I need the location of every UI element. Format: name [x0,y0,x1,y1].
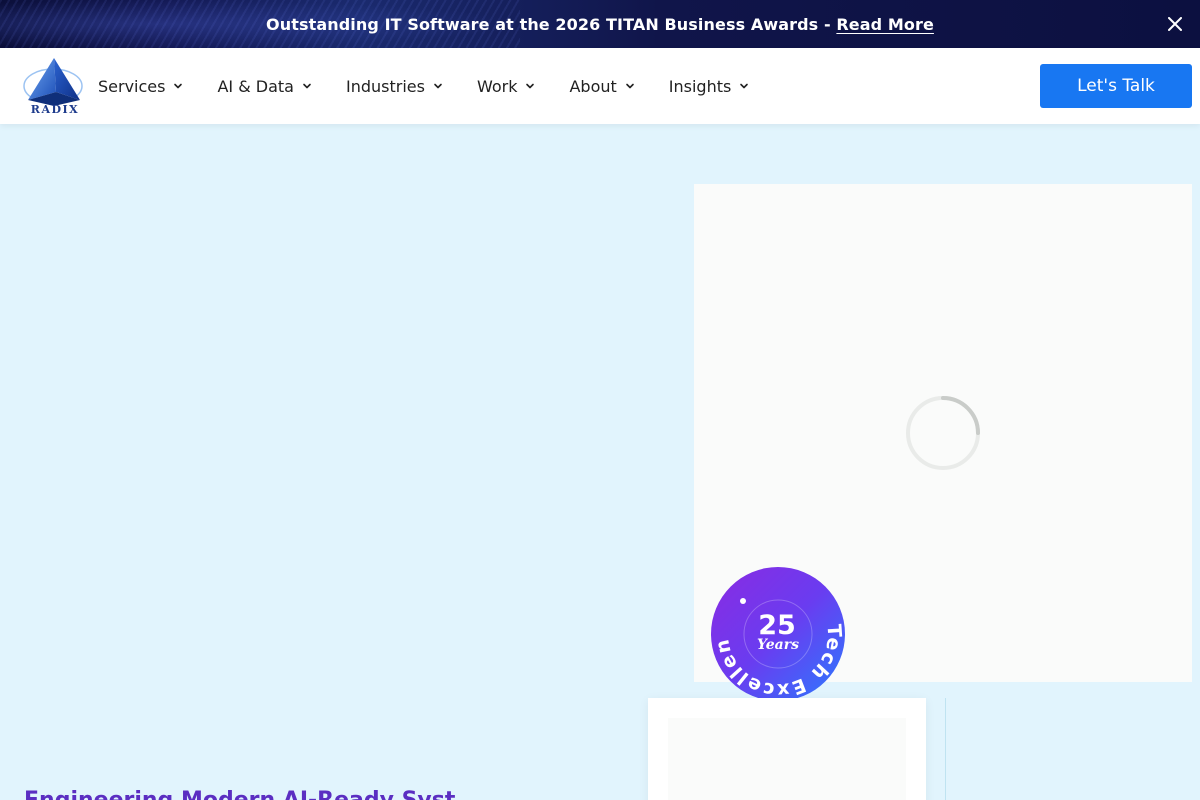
nav-item-work[interactable]: Work [477,77,536,96]
chevron-down-icon [303,83,311,89]
nav-item-ai-data[interactable]: AI & Data [217,77,312,96]
nav-label: Work [476,76,518,96]
hero-headline: Engineering Modern AI-Ready Syst [24,788,455,800]
loading-spinner-icon [906,396,980,470]
chevron-down-icon [625,83,634,89]
announcement-bar: Outstanding IT Software at the 2026 TITA… [0,0,1200,48]
announcement-message: Outstanding IT Software at the 2026 TITA… [266,14,837,34]
announcement-text: Outstanding IT Software at the 2026 TITA… [266,15,934,34]
lets-talk-button[interactable]: Let's Talk [1040,64,1192,108]
nav-item-industries[interactable]: Industries [346,77,443,96]
chevron-down-icon [526,83,535,89]
chevron-down-icon [434,83,442,89]
chevron-down-icon [740,83,749,89]
logo-wordmark: RADIX [30,103,80,116]
close-icon[interactable] [1164,13,1186,35]
badge-word: Years [757,637,799,653]
feature-card-media [668,718,906,800]
nav-label: Services [98,76,166,96]
read-more-link[interactable]: Read More [836,15,934,34]
nav-label: Insights [668,76,732,96]
nav-label: Industries [345,76,425,96]
nav-label: About [569,76,617,96]
nav-item-insights[interactable]: Insights [669,77,750,96]
main-nav: Services AI & Data Industries Work About… [98,48,783,124]
nav-item-about[interactable]: About [569,77,634,96]
nav-label: AI & Data [217,76,294,96]
feature-card [648,698,926,800]
chevron-down-icon [174,83,183,89]
nav-item-services[interactable]: Services [98,77,183,96]
25-years-badge: Tech Excellence & Trust 25 Years [710,566,845,701]
section-divider [945,698,946,800]
site-header: RADIX Services AI & Data Industries Work… [0,48,1200,124]
